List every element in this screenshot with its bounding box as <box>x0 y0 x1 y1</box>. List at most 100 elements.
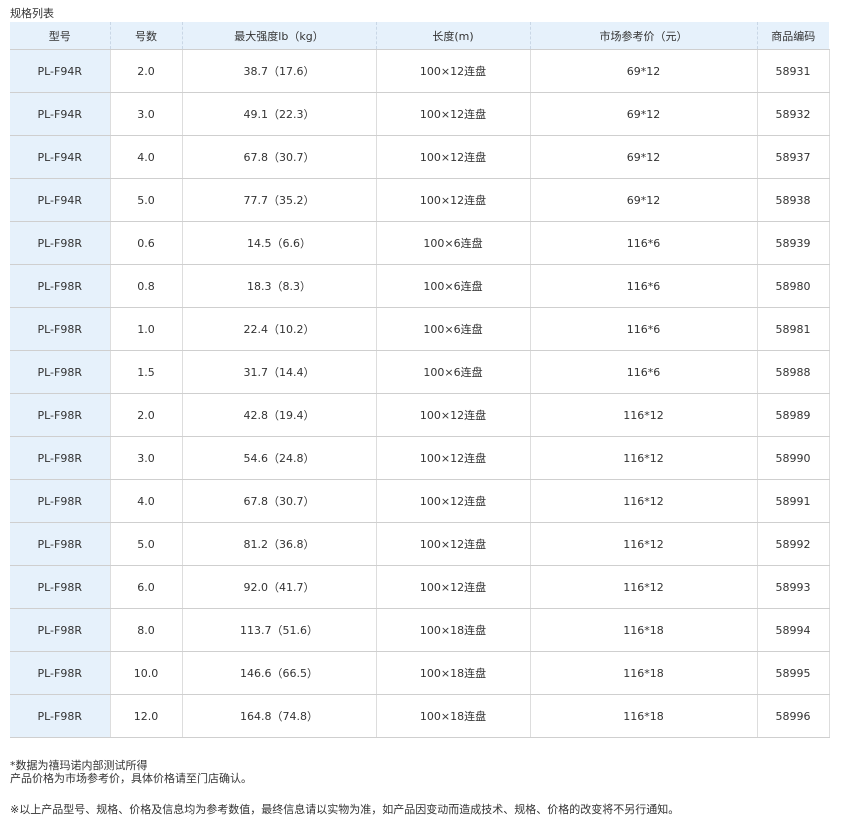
cell-model: PL-F98R <box>10 436 110 480</box>
cell-length: 100×12连盘 <box>375 436 530 480</box>
footnote-price-note: 产品价格为市场参考价，具体价格请至门店确认。 <box>10 772 252 785</box>
cell-model: PL-F94R <box>10 178 110 222</box>
table-row: PL-F98R 12.0 164.8（74.8） 100×18连盘 116*18 5899… <box>10 694 830 738</box>
cell-product-code: 58993 <box>756 565 830 609</box>
cell-size: 6.0 <box>109 565 182 609</box>
cell-price: 116*12 <box>529 522 757 566</box>
cell-size: 3.0 <box>109 92 182 136</box>
cell-product-code: 58989 <box>756 393 830 437</box>
table-header-row: 型号 号数 最大强度lb（kg） 长度(m) 市场参考价（元） 商品编码 <box>10 22 829 50</box>
column-header-size: 号数 <box>109 22 182 50</box>
cell-length: 100×12连盘 <box>375 178 530 222</box>
cell-size: 8.0 <box>109 608 182 652</box>
column-header-max-strength: 最大强度lb（kg） <box>181 22 376 50</box>
cell-size: 0.6 <box>109 221 182 265</box>
cell-length: 100×12连盘 <box>375 92 530 136</box>
cell-price: 116*6 <box>529 307 757 351</box>
cell-max-strength: 42.8（19.4） <box>181 393 376 437</box>
cell-product-code: 58992 <box>756 522 830 566</box>
cell-size: 2.0 <box>109 49 182 93</box>
table-row: PL-F98R 1.0 22.4（10.2） 100×6连盘 116*6 58981 <box>10 307 830 351</box>
cell-product-code: 58995 <box>756 651 830 695</box>
cell-max-strength: 38.7（17.6） <box>181 49 376 93</box>
cell-size: 12.0 <box>109 694 182 738</box>
column-header-length: 长度(m) <box>375 22 530 50</box>
cell-price: 116*12 <box>529 436 757 480</box>
cell-size: 10.0 <box>109 651 182 695</box>
cell-size: 4.0 <box>109 135 182 179</box>
table-row: PL-F94R 5.0 77.7（35.2） 100×12连盘 69*12 58938 <box>10 178 830 222</box>
cell-product-code: 58991 <box>756 479 830 523</box>
cell-price: 69*12 <box>529 92 757 136</box>
cell-size: 1.5 <box>109 350 182 394</box>
cell-model: PL-F98R <box>10 479 110 523</box>
table-row: PL-F98R 10.0 146.6（66.5） 100×18连盘 116*18 5899… <box>10 651 830 695</box>
cell-price: 116*18 <box>529 694 757 738</box>
cell-length: 100×12连盘 <box>375 479 530 523</box>
cell-length: 100×6连盘 <box>375 307 530 351</box>
cell-size: 1.0 <box>109 307 182 351</box>
cell-product-code: 58937 <box>756 135 830 179</box>
cell-length: 100×12连盘 <box>375 393 530 437</box>
cell-model: PL-F98R <box>10 565 110 609</box>
spec-table: 型号 号数 最大强度lb（kg） 长度(m) 市场参考价（元） 商品编码 PL-… <box>10 22 830 738</box>
cell-max-strength: 18.3（8.3） <box>181 264 376 308</box>
section-title: 规格列表 <box>10 7 54 20</box>
column-header-price: 市场参考价（元） <box>529 22 757 50</box>
cell-product-code: 58988 <box>756 350 830 394</box>
cell-price: 116*12 <box>529 565 757 609</box>
table-row: PL-F98R 8.0 113.7（51.6） 100×18连盘 116*18 58994 <box>10 608 830 652</box>
cell-price: 116*6 <box>529 221 757 265</box>
cell-max-strength: 92.0（41.7） <box>181 565 376 609</box>
cell-size: 0.8 <box>109 264 182 308</box>
table-row: PL-F98R 2.0 42.8（19.4） 100×12连盘 116*12 58989 <box>10 393 830 437</box>
cell-price: 116*18 <box>529 608 757 652</box>
cell-price: 69*12 <box>529 135 757 179</box>
cell-model: PL-F98R <box>10 307 110 351</box>
cell-size: 5.0 <box>109 178 182 222</box>
cell-max-strength: 77.7（35.2） <box>181 178 376 222</box>
table-row: PL-F98R 0.8 18.3（8.3） 100×6连盘 116*6 58980 <box>10 264 830 308</box>
cell-model: PL-F94R <box>10 135 110 179</box>
column-header-model: 型号 <box>10 22 110 50</box>
table-row: PL-F94R 2.0 38.7（17.6） 100×12连盘 69*12 58931 <box>10 49 830 93</box>
cell-length: 100×18连盘 <box>375 694 530 738</box>
table-row: PL-F94R 3.0 49.1（22.3） 100×12连盘 69*12 58932 <box>10 92 830 136</box>
cell-length: 100×12连盘 <box>375 522 530 566</box>
cell-size: 3.0 <box>109 436 182 480</box>
cell-product-code: 58939 <box>756 221 830 265</box>
table-row: PL-F94R 4.0 67.8（30.7） 100×12连盘 69*12 58937 <box>10 135 830 179</box>
cell-price: 116*6 <box>529 264 757 308</box>
cell-model: PL-F98R <box>10 264 110 308</box>
cell-max-strength: 67.8（30.7） <box>181 479 376 523</box>
cell-max-strength: 22.4（10.2） <box>181 307 376 351</box>
cell-size: 2.0 <box>109 393 182 437</box>
cell-product-code: 58938 <box>756 178 830 222</box>
column-header-product-code: 商品编码 <box>756 22 829 50</box>
cell-price: 116*6 <box>529 350 757 394</box>
table-row: PL-F98R 0.6 14.5（6.6） 100×6连盘 116*6 58939 <box>10 221 830 265</box>
cell-product-code: 58996 <box>756 694 830 738</box>
cell-size: 4.0 <box>109 479 182 523</box>
table-row: PL-F98R 3.0 54.6（24.8） 100×12连盘 116*12 58990 <box>10 436 830 480</box>
cell-length: 100×6连盘 <box>375 221 530 265</box>
cell-model: PL-F98R <box>10 608 110 652</box>
cell-product-code: 58994 <box>756 608 830 652</box>
cell-price: 116*18 <box>529 651 757 695</box>
table-row: PL-F98R 4.0 67.8（30.7） 100×12连盘 116*12 58991 <box>10 479 830 523</box>
cell-price: 116*12 <box>529 479 757 523</box>
cell-product-code: 58932 <box>756 92 830 136</box>
cell-max-strength: 67.8（30.7） <box>181 135 376 179</box>
cell-model: PL-F98R <box>10 221 110 265</box>
spec-table-body: PL-F94R 2.0 38.7（17.6） 100×12连盘 69*12 58931 PL… <box>10 49 830 738</box>
table-row: PL-F98R 5.0 81.2（36.8） 100×12连盘 116*12 58992 <box>10 522 830 566</box>
cell-product-code: 58980 <box>756 264 830 308</box>
cell-model: PL-F98R <box>10 651 110 695</box>
table-row: PL-F98R 1.5 31.7（14.4） 100×6连盘 116*6 58988 <box>10 350 830 394</box>
footnote-test-data: *数据为禧玛诺内部测试所得 <box>10 759 148 772</box>
cell-price: 69*12 <box>529 178 757 222</box>
cell-length: 100×12连盘 <box>375 135 530 179</box>
cell-max-strength: 164.8（74.8） <box>181 694 376 738</box>
cell-length: 100×18连盘 <box>375 651 530 695</box>
cell-size: 5.0 <box>109 522 182 566</box>
